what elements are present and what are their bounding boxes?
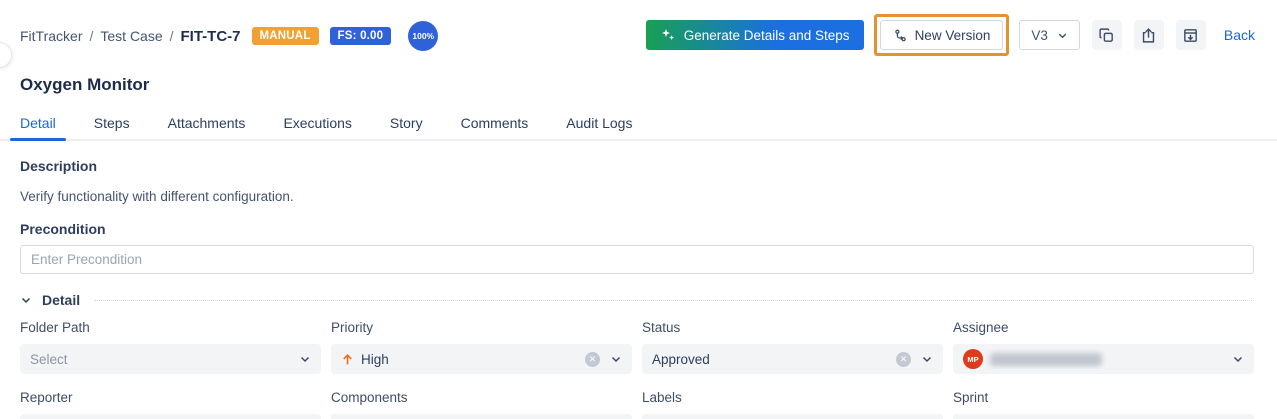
precondition-label: Precondition <box>20 221 106 237</box>
archive-button[interactable] <box>1175 20 1206 50</box>
archive-icon <box>1182 27 1199 44</box>
version-select[interactable]: V3 <box>1019 20 1080 50</box>
clear-icon[interactable]: ✕ <box>896 351 911 367</box>
folder-path-select[interactable]: Select <box>20 344 321 374</box>
priority-value: High <box>361 351 389 367</box>
detail-section-label: Detail <box>42 292 81 308</box>
back-link[interactable]: Back <box>1224 27 1255 43</box>
reporter-select[interactable]: MP Mrunalini Potnis <box>20 414 321 419</box>
chevron-down-icon[interactable] <box>921 353 933 365</box>
copy-button[interactable] <box>1091 20 1122 50</box>
sparkle-icon <box>660 27 676 43</box>
generate-details-label: Generate Details and Steps <box>683 27 850 43</box>
section-divider <box>94 299 1254 301</box>
detail-tab-content: Description Verify functionality with di… <box>0 158 1277 419</box>
labels-select[interactable]: Login ✕ New ✕ ✕ <box>642 414 943 419</box>
status-value: Approved <box>652 351 710 367</box>
chevron-down-icon[interactable] <box>610 353 622 365</box>
tab-audit-logs[interactable]: Audit Logs <box>554 109 644 139</box>
test-case-page: FitTracker / Test Case / FIT-TC-7 MANUAL… <box>0 0 1277 419</box>
page-title: Oxygen Monitor <box>20 75 150 94</box>
sprint-label: Sprint <box>953 390 989 405</box>
breadcrumb: FitTracker / Test Case / FIT-TC-7 MANUAL… <box>20 14 439 51</box>
manual-type-badge: MANUAL <box>251 27 319 45</box>
tab-story[interactable]: Story <box>378 109 435 139</box>
coverage-percent-badge: 100% <box>408 21 439 51</box>
field-reporter: Reporter MP Mrunalini Potnis <box>20 390 321 419</box>
tab-attachments[interactable]: Attachments <box>156 109 258 139</box>
chevron-down-icon[interactable] <box>1232 353 1244 365</box>
breadcrumb-current-id: FIT-TC-7 <box>180 27 241 45</box>
chevron-down-icon[interactable] <box>299 353 311 365</box>
components-label: Components <box>331 390 408 405</box>
tab-steps[interactable]: Steps <box>82 109 142 139</box>
field-labels: Labels Login ✕ New ✕ ✕ <box>642 390 943 419</box>
sprint-select[interactable]: Select <box>953 414 1254 419</box>
tab-comments[interactable]: Comments <box>449 109 541 139</box>
assignee-label: Assignee <box>953 320 1009 335</box>
breadcrumb-test-case[interactable]: Test Case <box>100 28 162 44</box>
field-status: Status Approved ✕ <box>642 320 943 374</box>
assignee-avatar: MP <box>963 349 983 369</box>
tab-bar: Detail Steps Attachments Executions Stor… <box>0 109 1277 141</box>
tab-executions[interactable]: Executions <box>271 109 363 139</box>
field-components: Components Fitness ✕ UI ✕ ✕ <box>331 390 632 419</box>
assignee-name-redacted <box>990 352 1102 366</box>
branch-icon <box>893 28 908 43</box>
folder-path-label: Folder Path <box>20 320 90 335</box>
components-select[interactable]: Fitness ✕ UI ✕ ✕ <box>331 414 632 419</box>
fitness-score-badge: FS: 0.00 <box>329 27 392 45</box>
reporter-label: Reporter <box>20 390 73 405</box>
priority-label: Priority <box>331 320 374 335</box>
generate-details-button[interactable]: Generate Details and Steps <box>645 20 864 50</box>
field-sprint: Sprint Select <box>953 390 1254 419</box>
new-version-button[interactable]: New Version <box>879 20 1004 50</box>
priority-high-icon <box>341 353 354 366</box>
new-version-label: New Version <box>914 27 991 43</box>
version-select-value: V3 <box>1031 27 1048 43</box>
export-button[interactable] <box>1133 20 1164 50</box>
field-folder-path: Folder Path Select <box>20 320 321 374</box>
description-text: Verify functionality with different conf… <box>20 189 294 204</box>
field-priority: Priority High ✕ <box>331 320 632 374</box>
toolbar: Generate Details and Steps New Version V… <box>645 14 1255 56</box>
folder-path-placeholder: Select <box>30 351 68 367</box>
chevron-down-icon <box>1057 30 1068 41</box>
chevron-down-icon[interactable] <box>20 294 32 306</box>
field-assignee: Assignee MP <box>953 320 1254 374</box>
tab-detail[interactable]: Detail <box>8 109 68 141</box>
assignee-select[interactable]: MP <box>953 344 1254 374</box>
breadcrumb-separator: / <box>169 28 174 44</box>
status-label: Status <box>642 320 681 335</box>
priority-select[interactable]: High ✕ <box>331 344 632 374</box>
annotation-highlight-box: New Version <box>873 14 1010 56</box>
status-select[interactable]: Approved ✕ <box>642 344 943 374</box>
export-icon <box>1140 27 1157 44</box>
detail-fields-grid: Folder Path Select Priority High ✕ Statu… <box>20 320 1254 419</box>
labels-label: Labels <box>642 390 682 405</box>
detail-section-header[interactable]: Detail <box>20 292 1254 308</box>
header: FitTracker / Test Case / FIT-TC-7 MANUAL… <box>0 0 1277 56</box>
precondition-input[interactable] <box>20 245 1254 274</box>
breadcrumb-app[interactable]: FitTracker <box>20 28 82 44</box>
breadcrumb-separator: / <box>89 28 94 44</box>
clear-icon[interactable]: ✕ <box>585 351 600 367</box>
copy-icon <box>1098 27 1115 44</box>
description-label: Description <box>20 158 98 174</box>
